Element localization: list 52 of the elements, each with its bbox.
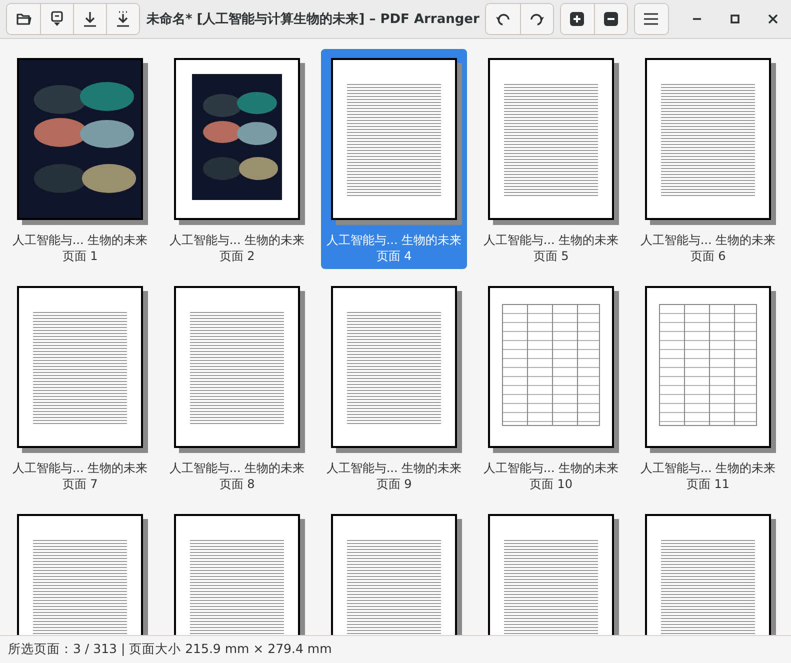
menu-button[interactable]: [634, 4, 668, 34]
page-number: 页面 10: [529, 476, 573, 492]
folder-icon: [16, 11, 32, 27]
page-item[interactable]: 人工智能与... 生物的未来 页面 10: [478, 277, 624, 497]
maximize-icon: [730, 14, 740, 24]
page-number: 页面 2: [219, 248, 255, 264]
page-title: 人工智能与... 生物的未来: [483, 232, 619, 248]
page-item[interactable]: 人工智能与... 生物的未来 页面 4: [321, 49, 467, 269]
open-button[interactable]: [7, 4, 40, 34]
save-button[interactable]: [73, 4, 106, 34]
zoom-out-button[interactable]: [594, 4, 627, 34]
page-number: 页面 1: [62, 248, 98, 264]
page-item[interactable]: 人工智能与... 生物的未来 页面 1: [7, 49, 153, 269]
page-number: 页面 6: [690, 248, 726, 264]
plus-icon: [569, 11, 586, 27]
page-title: 人工智能与... 生物的未来: [12, 460, 148, 476]
close-icon: [768, 14, 778, 24]
page-item[interactable]: 人工智能与... 生物的未来 页面 8: [164, 277, 310, 497]
page-title: 人工智能与... 生物的未来: [326, 232, 462, 248]
page-number: 页面 5: [533, 248, 569, 264]
page-item[interactable]: 人工智能与... 生物的未来 页面 7: [7, 277, 153, 497]
page-title: 人工智能与... 生物的未来: [640, 460, 776, 476]
page-item[interactable]: 人工智能与... 生物的未来 页面 9: [321, 277, 467, 497]
import-button[interactable]: [40, 4, 74, 34]
page-title: 人工智能与... 生物的未来: [169, 460, 305, 476]
download-icon: [82, 11, 98, 27]
page-number: 页面 11: [686, 476, 730, 492]
page-item[interactable]: 人工智能与... 生物的未来 页面 11: [635, 277, 781, 497]
page-number: 页面 9: [376, 476, 412, 492]
page-item[interactable]: 人工智能与... 生物的未来 页面 2: [164, 49, 310, 269]
page-title: 人工智能与... 生物的未来: [12, 232, 148, 248]
undo-icon: [494, 11, 511, 27]
minimize-icon: [692, 18, 702, 20]
page-item[interactable]: 人工智能与... 生物的未来 页面 6: [635, 49, 781, 269]
window-title: 未命名* [人工智能与计算生物的未来] – PDF Arranger: [146, 11, 480, 28]
page-title: 人工智能与... 生物的未来: [483, 460, 619, 476]
page-title: 人工智能与... 生物的未来: [640, 232, 776, 248]
page-number: 页面 4: [376, 248, 412, 264]
page-number: 页面 7: [62, 476, 98, 492]
import-icon: [49, 11, 66, 27]
save-as-button[interactable]: [106, 4, 140, 34]
redo-icon: [528, 11, 545, 27]
redo-button[interactable]: [520, 4, 553, 34]
page-item[interactable]: 人工智能与... 生物的未来 页面 5: [478, 49, 624, 269]
page-number: 页面 8: [219, 476, 255, 492]
save-as-icon: [115, 11, 132, 27]
minus-icon: [602, 11, 619, 27]
page-title: 人工智能与... 生物的未来: [326, 460, 462, 476]
zoom-in-button[interactable]: [560, 4, 594, 34]
page-title: 人工智能与... 生物的未来: [169, 232, 305, 248]
undo-button[interactable]: [486, 4, 520, 34]
menu-icon: [643, 11, 660, 27]
